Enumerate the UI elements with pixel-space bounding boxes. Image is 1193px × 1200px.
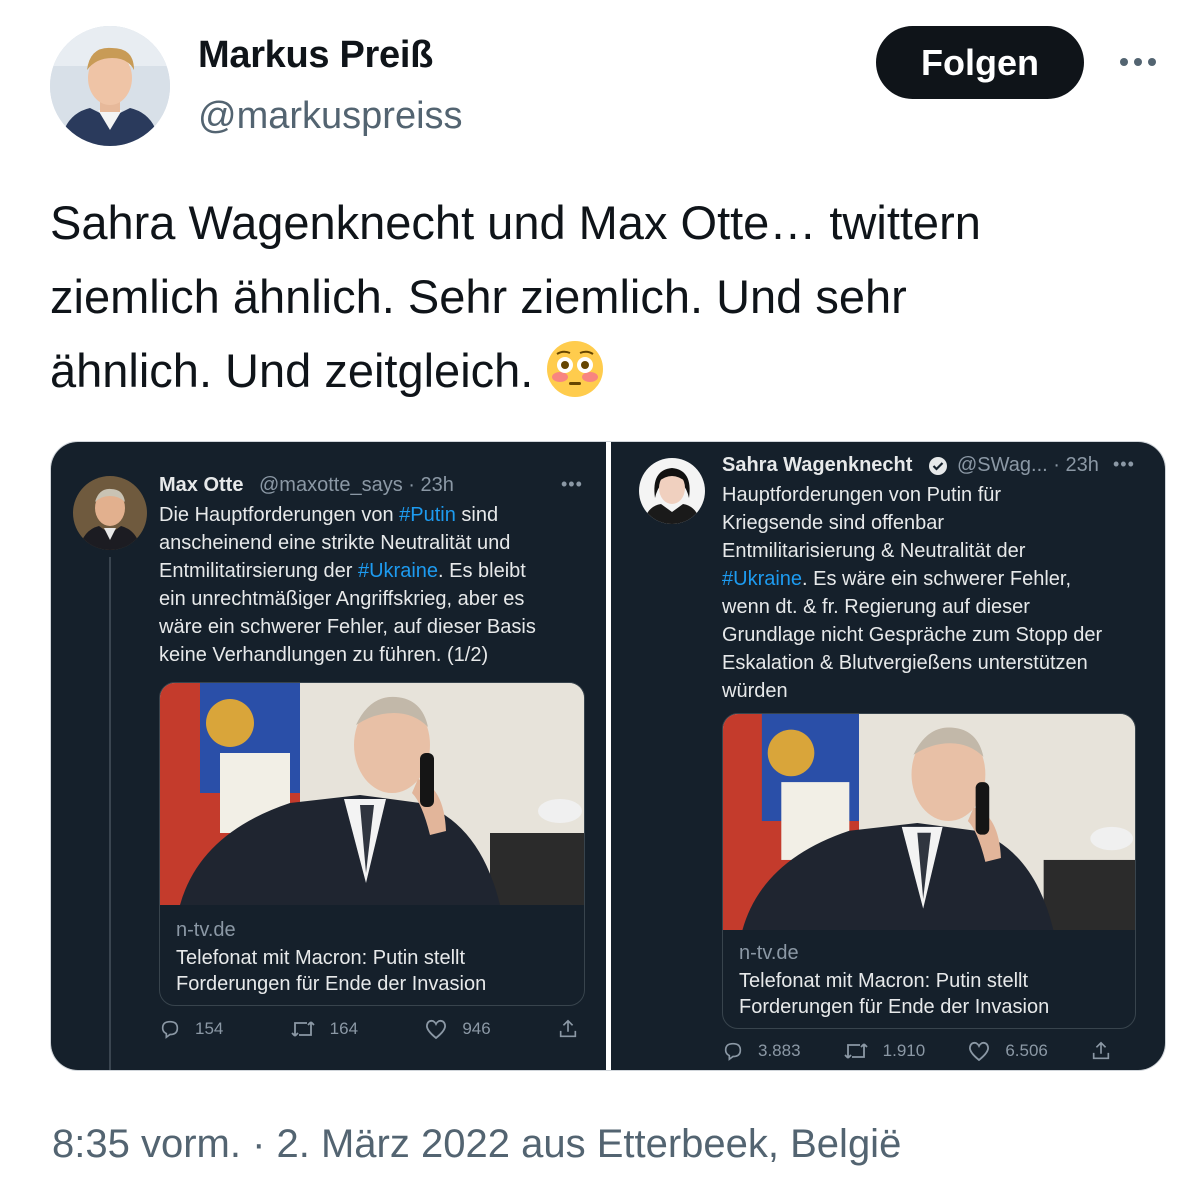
tweet-text-line: ähnlich. Und zeitgleich.	[50, 334, 1130, 408]
like-count: 946	[462, 1019, 491, 1038]
thread-line	[109, 557, 111, 1070]
quoted-author-meta[interactable]: @maxotte_says · 23h	[259, 474, 454, 497]
card-title-line: Telefonat mit Macron: Putin stellt	[739, 970, 1029, 992]
like-button[interactable]: 6.506	[967, 1040, 1048, 1062]
like-button[interactable]: 946	[424, 1018, 491, 1040]
embedded-image[interactable]: Max Otte @maxotte_says · 23h ••• Die Hau…	[50, 441, 1166, 1071]
card-title-line: Forderungen für Ende der Invasion	[176, 973, 487, 995]
reply-count: 154	[195, 1019, 224, 1038]
quoted-text-line: anscheinend eine strikte Neutralität und	[159, 532, 511, 554]
quoted-tweet-right: Sahra Wagenknecht @SWag... · 23h ••• Hau…	[611, 442, 1165, 1070]
quoted-text-line: keine Verhandlungen zu führen. (1/2)	[159, 644, 489, 666]
quoted-tweet-text: Hauptforderungen von Putin für Kriegsend…	[722, 481, 1102, 705]
quoted-actions: 154 164 946	[159, 1018, 579, 1040]
link-card[interactable]: n-tv.de Telefonat mit Macron: Putin stel…	[722, 713, 1136, 1029]
retweet-button[interactable]: 164	[290, 1018, 358, 1040]
reply-icon	[161, 1020, 179, 1039]
card-domain: n-tv.de	[739, 942, 799, 964]
quoted-text-line: Entmilitatirsierung der #Ukraine. Es ble…	[159, 560, 526, 582]
quoted-text-line: Die Hauptforderungen von #Putin sind	[159, 504, 499, 526]
like-count: 6.506	[1005, 1041, 1048, 1060]
more-options-icon[interactable]	[1112, 44, 1164, 80]
heart-icon	[969, 1041, 990, 1062]
share-icon	[1092, 1041, 1110, 1060]
retweet-icon	[844, 1043, 868, 1059]
follow-button[interactable]: Folgen	[876, 26, 1084, 99]
quoted-text-line: Entmilitarisierung & Neutralität der	[722, 540, 1026, 562]
share-button[interactable]	[557, 1018, 579, 1040]
card-domain: n-tv.de	[176, 919, 236, 941]
heart-icon	[426, 1019, 447, 1040]
quoted-author-name[interactable]: Sahra Wagenknecht	[722, 454, 912, 477]
hashtag-link[interactable]: #Putin	[399, 504, 456, 526]
share-button[interactable]	[1090, 1040, 1112, 1062]
author-display-name[interactable]: Markus Preiß	[198, 34, 433, 77]
quoted-more-icon[interactable]: •••	[561, 474, 583, 495]
reply-icon	[724, 1042, 742, 1061]
card-title: Telefonat mit Macron: Putin stellt Forde…	[176, 945, 572, 997]
max-otte-avatar	[73, 476, 147, 550]
card-image	[723, 714, 1135, 930]
tweet-text: Sahra Wagenknecht und Max Otte… twittern…	[50, 186, 1130, 408]
card-image	[160, 683, 584, 905]
sahra-wagenknecht-avatar	[639, 458, 705, 524]
tweet-text-line: ziemlich ähnlich. Sehr ziemlich. Und seh…	[50, 270, 907, 323]
share-icon	[559, 1019, 577, 1038]
quoted-text-line: wäre ein schwerer Fehler, auf dieser Bas…	[159, 616, 536, 638]
quoted-more-icon[interactable]: •••	[1113, 454, 1135, 475]
card-title: Telefonat mit Macron: Putin stellt Forde…	[739, 968, 1123, 1020]
tweet-text-line: Sahra Wagenknecht und Max Otte… twittern	[50, 196, 981, 249]
verified-badge-icon	[928, 456, 948, 476]
author-handle[interactable]: @markuspreiss	[198, 95, 463, 138]
retweet-icon	[291, 1021, 315, 1037]
quoted-text-line: wenn dt. & fr. Regierung auf dieser	[722, 596, 1030, 618]
retweet-button[interactable]: 1.910	[843, 1040, 926, 1062]
quoted-tweet-left: Max Otte @maxotte_says · 23h ••• Die Hau…	[51, 442, 606, 1070]
retweet-count: 1.910	[882, 1041, 926, 1060]
card-title-line: Telefonat mit Macron: Putin stellt	[176, 947, 466, 969]
quoted-text-line: Eskalation & Blutvergießens unterstützen	[722, 652, 1088, 674]
tweet-timestamp[interactable]: 8:35 vorm. · 2. März 2022 aus Etterbeek,…	[52, 1122, 901, 1167]
reply-button[interactable]: 154	[159, 1018, 223, 1040]
quoted-text-line: Grundlage nicht Gespräche zum Stopp der	[722, 624, 1103, 646]
author-avatar[interactable]	[50, 26, 170, 146]
quoted-text-line: würden	[722, 680, 788, 702]
card-title-line: Forderungen für Ende der Invasion	[739, 996, 1050, 1018]
link-card[interactable]: n-tv.de Telefonat mit Macron: Putin stel…	[159, 682, 585, 1006]
quoted-actions: 3.883 1.910 6.506	[722, 1040, 1112, 1062]
flushed-face-emoji-icon	[545, 339, 605, 399]
quoted-text-line: #Ukraine. Es wäre ein schwerer Fehler,	[722, 568, 1072, 590]
quoted-text-line: ein unrechtmäßiger Angriffskrieg, aber e…	[159, 588, 525, 610]
reply-count: 3.883	[758, 1041, 801, 1060]
reply-button[interactable]: 3.883	[722, 1040, 801, 1062]
hashtag-link[interactable]: #Ukraine	[722, 568, 802, 590]
retweet-count: 164	[329, 1019, 359, 1038]
quoted-text-line: Hauptforderungen von Putin für	[722, 484, 1002, 506]
quoted-tweet-text: Die Hauptforderungen von #Putin sind ans…	[159, 501, 536, 669]
quoted-author-meta[interactable]: @SWag... · 23h	[957, 454, 1099, 477]
quoted-text-line: Kriegsende sind offenbar	[722, 512, 945, 534]
hashtag-link[interactable]: #Ukraine	[358, 560, 438, 582]
quoted-author-name[interactable]: Max Otte	[159, 474, 243, 497]
